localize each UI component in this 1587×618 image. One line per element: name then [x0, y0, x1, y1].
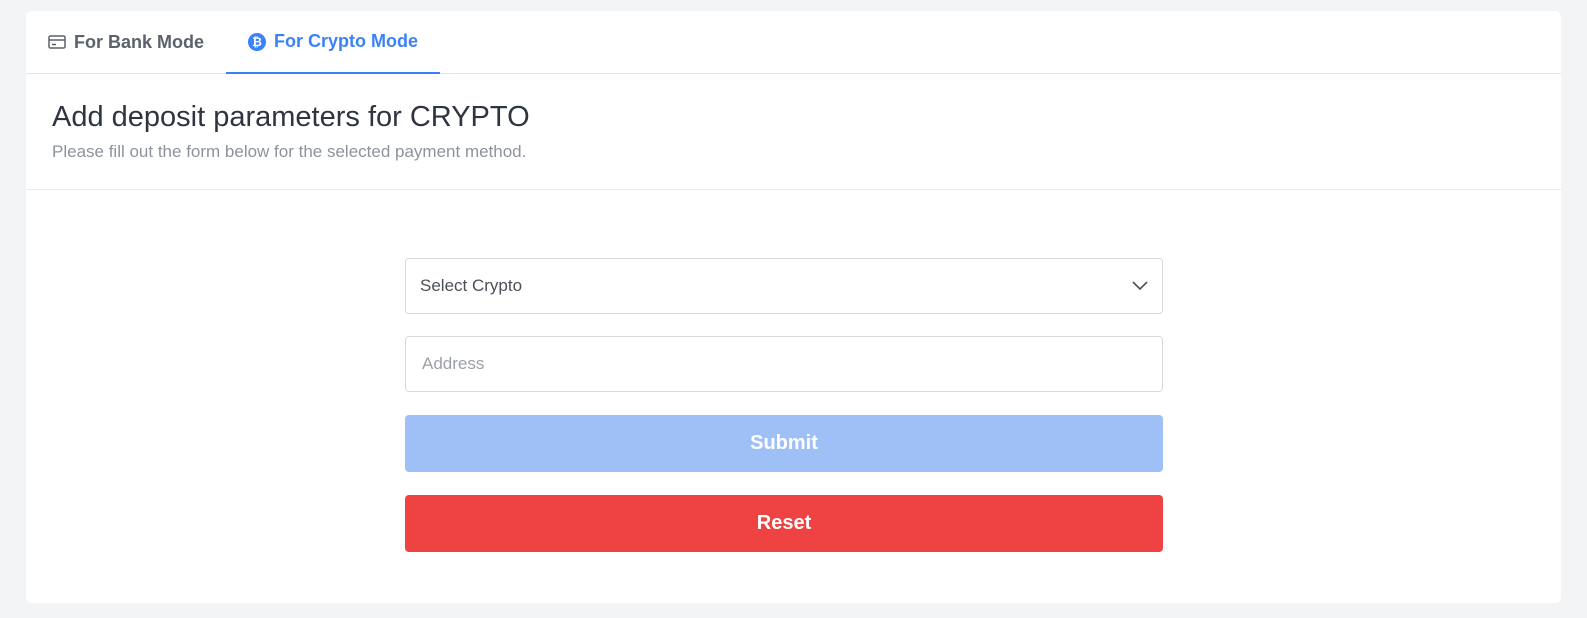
tab-bank-label: For Bank Mode — [74, 31, 205, 52]
address-field[interactable] — [405, 336, 1163, 392]
bitcoin-icon: ₿ — [248, 32, 266, 51]
deposit-card: For Bank Mode ₿ For Crypto Mode Add depo… — [26, 11, 1561, 603]
page-subtitle: Please fill out the form below for the s… — [52, 142, 527, 161]
header-divider — [26, 189, 1561, 190]
crypto-select-value: Select Crypto — [420, 276, 523, 295]
page-title: Add deposit parameters for CRYPTO — [52, 101, 530, 133]
deposit-form: Select Crypto Submit Reset — [405, 258, 1163, 552]
crypto-select[interactable]: Select Crypto — [405, 258, 1163, 314]
tab-bank-mode[interactable]: For Bank Mode — [48, 11, 204, 73]
submit-button[interactable]: Submit — [405, 415, 1163, 472]
credit-card-icon — [48, 35, 66, 49]
tab-crypto-mode[interactable]: ₿ For Crypto Mode — [226, 11, 440, 74]
tab-crypto-label: For Crypto Mode — [274, 31, 418, 51]
form-header: Add deposit parameters for CRYPTO Please… — [52, 101, 530, 162]
reset-button[interactable]: Reset — [405, 495, 1163, 552]
mode-tabs: For Bank Mode ₿ For Crypto Mode — [26, 11, 1561, 74]
svg-text:₿: ₿ — [252, 35, 262, 49]
chevron-down-icon — [1132, 276, 1148, 296]
address-input[interactable] — [420, 353, 1148, 375]
